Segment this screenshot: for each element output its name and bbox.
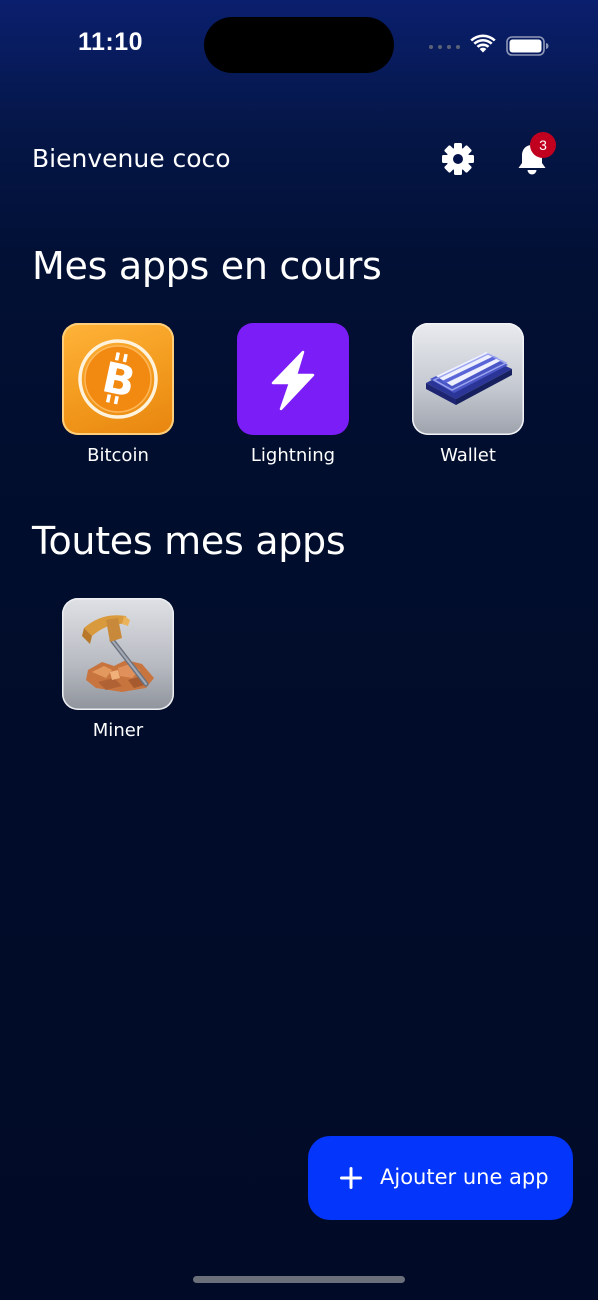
gear-icon: [442, 143, 474, 175]
app-lightning[interactable]: Lightning: [223, 323, 363, 466]
settings-button[interactable]: [438, 139, 478, 179]
bitcoin-icon: B: [62, 323, 174, 435]
app-label-bitcoin: Bitcoin: [87, 445, 149, 466]
notification-badge: 3: [530, 132, 556, 158]
status-bar: 11:10: [0, 0, 598, 90]
cellular-signal-icon: [429, 43, 461, 51]
header: Bienvenue coco: [0, 130, 598, 190]
app-label-miner: Miner: [92, 720, 144, 741]
app-label-lightning: Lightning: [250, 445, 336, 466]
status-time: 11:10: [78, 28, 144, 56]
plus-icon: [340, 1167, 362, 1189]
wifi-icon: [470, 34, 496, 53]
add-app-button[interactable]: Ajouter une app: [308, 1136, 573, 1220]
lightning-icon: [237, 323, 349, 435]
app-bitcoin[interactable]: B Bitcoin: [48, 323, 188, 466]
dynamic-island: [204, 17, 394, 73]
current-apps-title: Mes apps en cours: [32, 244, 382, 288]
welcome-text: Bienvenue coco: [32, 144, 231, 173]
all-apps-title: Toutes mes apps: [32, 519, 346, 563]
app-label-wallet: Wallet: [440, 445, 496, 466]
miner-icon: [62, 598, 174, 710]
wallet-icon: [412, 323, 524, 435]
app-miner[interactable]: Miner: [48, 598, 188, 741]
app-wallet[interactable]: Wallet: [398, 323, 538, 466]
home-indicator[interactable]: [193, 1276, 405, 1283]
add-app-label: Ajouter une app: [380, 1165, 549, 1189]
battery-icon: [506, 36, 549, 56]
